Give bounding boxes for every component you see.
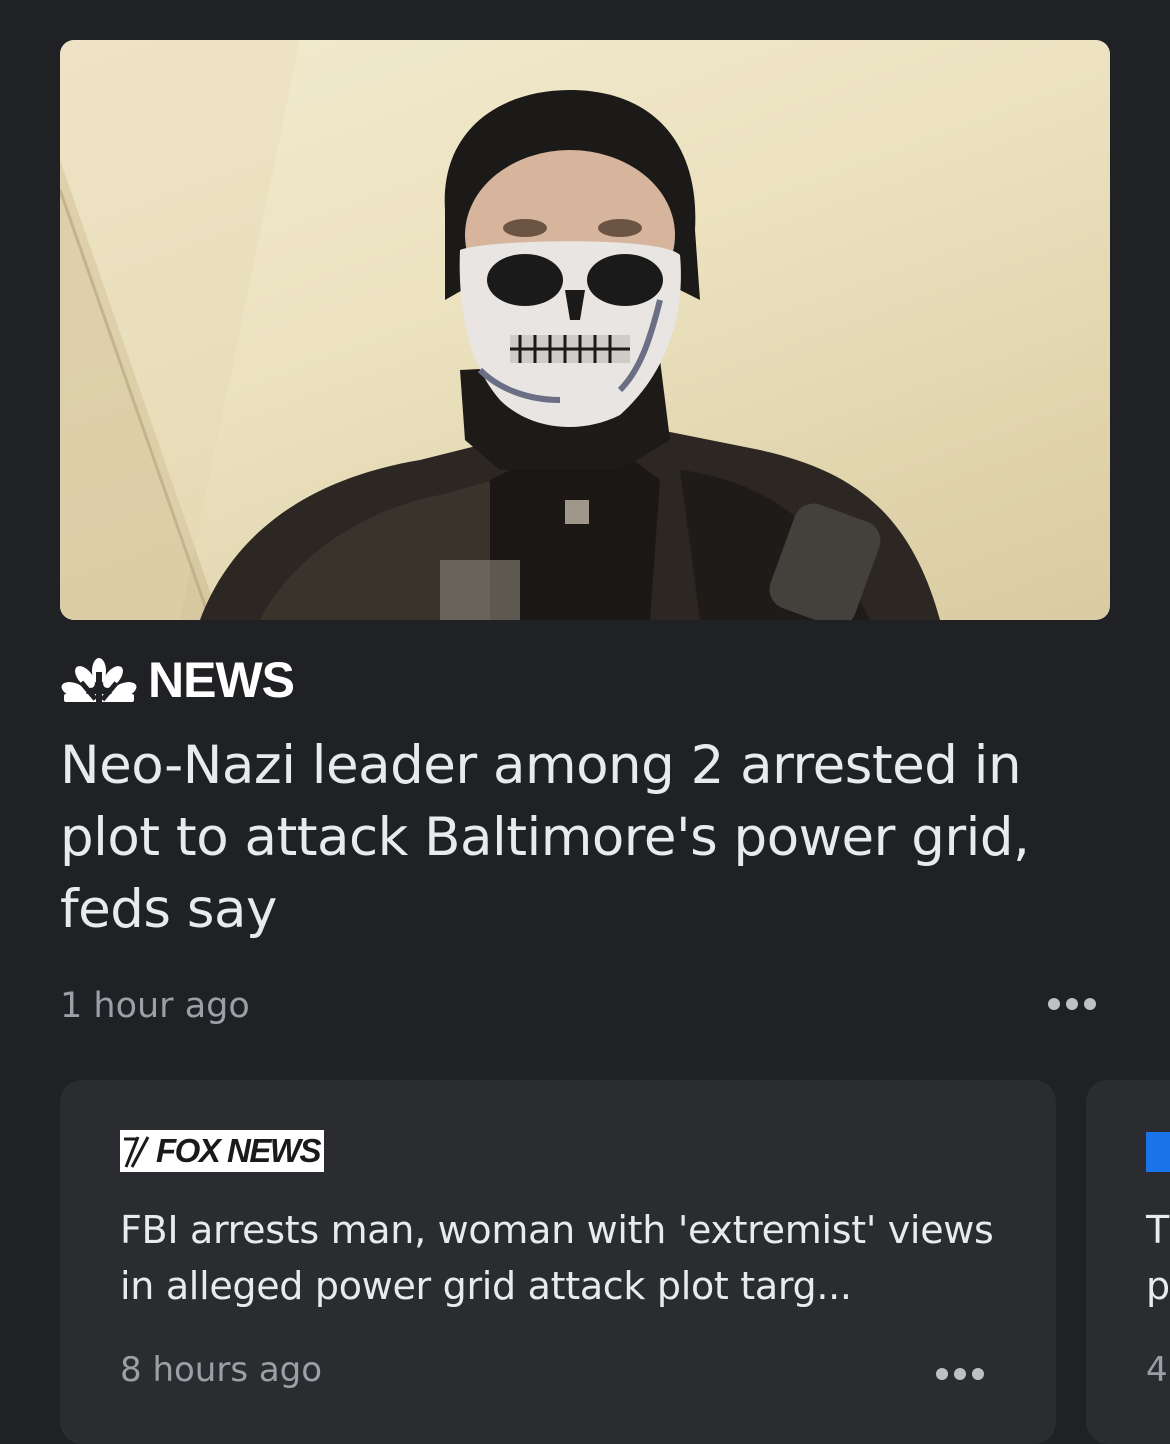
source-name: FOX NEWS <box>156 1132 322 1169</box>
story-timestamp: 1 hour ago <box>60 986 250 1026</box>
source-name: NEWS <box>148 652 295 708</box>
more-options-button[interactable] <box>1048 998 1096 1010</box>
masked-person-photo <box>60 40 940 620</box>
fox-news-slash-icon <box>124 1136 150 1168</box>
msnbc-logo <box>1146 1132 1170 1172</box>
related-story-headline[interactable]: FBI arrests man, woman with 'extremist' … <box>120 1202 1020 1314</box>
peek-timestamp: 4 <box>1146 1350 1168 1390</box>
more-options-button[interactable] <box>936 1368 984 1380</box>
more-horizontal-icon <box>936 1368 948 1380</box>
story-source[interactable]: NEWS <box>60 652 295 708</box>
related-story-card-peek[interactable]: T p 4 <box>1086 1080 1170 1444</box>
news-feed: NEWS Neo-Nazi leader among 2 arrested in… <box>0 0 1170 1444</box>
peek-headline-line1: T <box>1146 1208 1170 1252</box>
more-horizontal-icon <box>1048 998 1060 1010</box>
nbc-peacock-logo <box>60 658 138 702</box>
related-story-timestamp: 8 hours ago <box>120 1350 323 1390</box>
story-thumbnail-image[interactable] <box>60 40 1110 620</box>
story-headline[interactable]: Neo-Nazi leader among 2 arrested in plot… <box>60 730 1120 946</box>
fox-news-logo: FOX NEWS <box>120 1130 325 1172</box>
related-story-card[interactable]: FOX NEWS FBI arrests man, woman with 'ex… <box>60 1080 1056 1444</box>
peek-headline-line2: p <box>1146 1264 1170 1308</box>
